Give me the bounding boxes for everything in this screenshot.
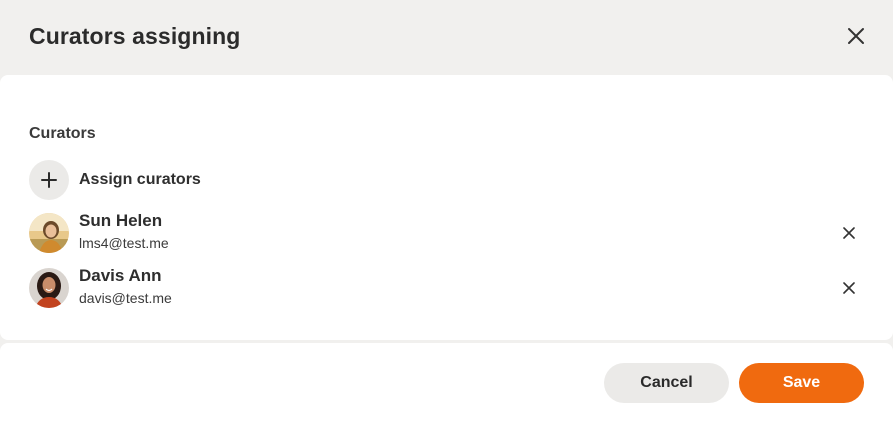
remove-curator-button[interactable] xyxy=(839,278,859,298)
curator-item: Sun Helen lms4@test.me xyxy=(29,211,869,255)
cancel-button[interactable]: Cancel xyxy=(604,363,729,403)
dialog-title: Curators assigning xyxy=(29,23,241,49)
curators-assigning-dialog: Curators assigning Curators Assign curat… xyxy=(0,0,893,424)
remove-curator-button[interactable] xyxy=(839,223,859,243)
curators-section-label: Curators xyxy=(29,125,96,142)
avatar xyxy=(29,213,69,253)
dialog-body: Curators Assign curators Sun Helen lms4@… xyxy=(0,75,893,340)
assign-curators-button[interactable]: Assign curators xyxy=(29,160,201,200)
curator-name: Sun Helen xyxy=(79,211,163,230)
dialog-header: Curators assigning xyxy=(0,0,893,75)
save-button[interactable]: Save xyxy=(739,363,864,403)
curator-name: Davis Ann xyxy=(79,266,162,285)
avatar xyxy=(29,268,69,308)
curator-email: davis@test.me xyxy=(79,290,172,306)
close-icon xyxy=(848,28,864,44)
curator-email: lms4@test.me xyxy=(79,235,169,251)
close-button[interactable] xyxy=(840,20,872,52)
plus-icon xyxy=(41,172,57,188)
dialog-footer: Cancel Save xyxy=(0,343,893,424)
close-icon xyxy=(843,282,855,294)
close-icon xyxy=(843,227,855,239)
assign-curators-label: Assign curators xyxy=(79,171,201,188)
plus-icon-circle xyxy=(29,160,69,200)
curator-item: Davis Ann davis@test.me xyxy=(29,266,869,310)
